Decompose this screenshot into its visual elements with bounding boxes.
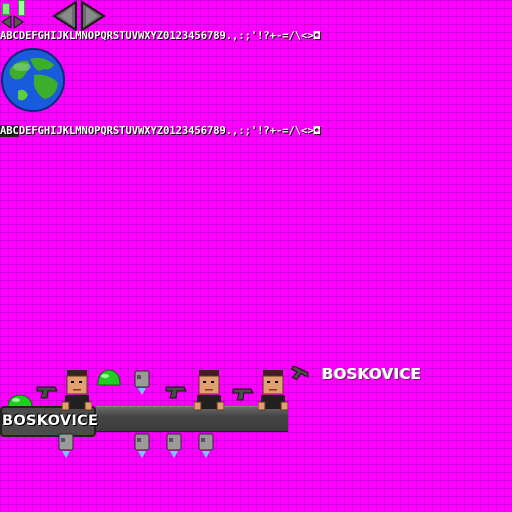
pistol-icon	[291, 366, 309, 381]
person-head-icon	[258, 370, 288, 411]
green-slime-icon	[97, 369, 121, 386]
font-strip-rest: DEFGHIJKLMNOPQRSTUVWXYZ0123456789.,:;'!?…	[18, 125, 320, 137]
pistol-icon	[232, 388, 254, 401]
jetpack-can-icon	[198, 433, 214, 458]
jetpack-can-icon	[134, 370, 150, 395]
jetpack-can-icon	[58, 433, 74, 458]
small-arrow-right-icon[interactable]	[12, 15, 25, 29]
green-slime-fragment-icon	[2, 0, 25, 16]
person-head-icon	[194, 370, 224, 411]
boskovice-logo-text: BOSKOVICE	[2, 413, 99, 429]
person-head-icon	[62, 370, 92, 411]
font-strip-shadowed: ABCDEFGHIJKLMNOPQRSTUVWXYZ0123456789.,:;…	[0, 125, 420, 137]
arrow-right-icon[interactable]	[80, 0, 108, 32]
pistol-icon	[165, 386, 187, 399]
font-strip-white: ABCDEFGHIJKLMNOPQRSTUVWXYZ0123456789.,:;…	[0, 30, 320, 42]
font-strip-highlight: ABC	[0, 125, 19, 137]
arrow-left-icon[interactable]	[50, 0, 78, 32]
boskovice-title: BOSKOVICE	[322, 365, 422, 383]
jetpack-can-icon	[166, 433, 182, 458]
earth-globe-icon	[1, 48, 65, 112]
jetpack-can-icon	[134, 433, 150, 458]
pistol-icon	[36, 386, 58, 399]
